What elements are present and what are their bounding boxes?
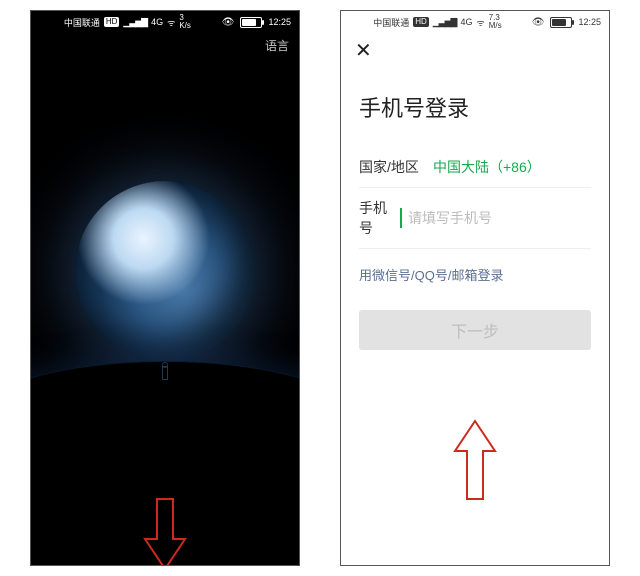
hd-badge: HD [104, 17, 120, 27]
carrier-label: 中国联通 [373, 16, 409, 29]
annotation-arrow-down [135, 495, 195, 566]
data-rate: 7.3 M/s [489, 14, 502, 30]
person-silhouette [162, 363, 168, 381]
phone-label: 手机号 [359, 198, 400, 238]
phone-row: 手机号 [359, 188, 591, 249]
signal-icon: ▁▃▅▇ [433, 17, 457, 28]
earth-illustration [31, 181, 299, 361]
status-bar: 中国联通 HD ▁▃▅▇ 4G ᯤ 7.3 M/s 👁 12:25 [341, 11, 609, 31]
wifi-icon: ᯤ [167, 16, 175, 29]
phone-login: 中国联通 HD ▁▃▅▇ 4G ᯤ 7.3 M/s 👁 12:25 ✕ 手机号登… [340, 10, 610, 566]
region-label: 国家/地区 [359, 157, 433, 177]
data-rate: 3 K/s [179, 14, 191, 30]
close-icon[interactable]: ✕ [355, 41, 372, 61]
region-row[interactable]: 国家/地区 中国大陆（+86） [359, 147, 591, 188]
phone-input[interactable] [400, 208, 591, 228]
eye-icon: 👁 [222, 17, 235, 28]
network-label: 4G [151, 17, 163, 27]
carrier-label: 中国联通 [64, 16, 100, 29]
battery-icon [240, 17, 262, 28]
annotation-arrow-up [445, 415, 505, 505]
status-bar: 中国联通 HD ▁▃▅▇ 4G ᯤ 3 K/s 👁 12:25 [31, 11, 299, 31]
phone-splash: 中国联通 HD ▁▃▅▇ 4G ᯤ 3 K/s 👁 12:25 语言 [30, 10, 300, 566]
wifi-icon: ᯤ [476, 16, 484, 29]
language-button[interactable]: 语言 [265, 37, 289, 54]
signal-icon: ▁▃▅▇ [123, 17, 147, 28]
battery-icon [550, 17, 572, 28]
page-title: 手机号登录 [359, 91, 591, 123]
eye-icon: 👁 [532, 17, 545, 28]
hd-badge: HD [413, 17, 429, 27]
splash-screen: 中国联通 HD ▁▃▅▇ 4G ᯤ 3 K/s 👁 12:25 语言 [31, 11, 299, 565]
region-value[interactable]: 中国大陆（+86） [433, 157, 541, 177]
clock: 12:25 [578, 17, 601, 27]
clock: 12:25 [268, 17, 291, 27]
login-screen: ✕ 手机号登录 国家/地区 中国大陆（+86） 手机号 用微信号/QQ号/邮箱登… [341, 11, 609, 565]
alt-login-link[interactable]: 用微信号/QQ号/邮箱登录 [359, 265, 591, 284]
network-label: 4G [460, 17, 472, 27]
next-button[interactable]: 下一步 [359, 310, 591, 350]
